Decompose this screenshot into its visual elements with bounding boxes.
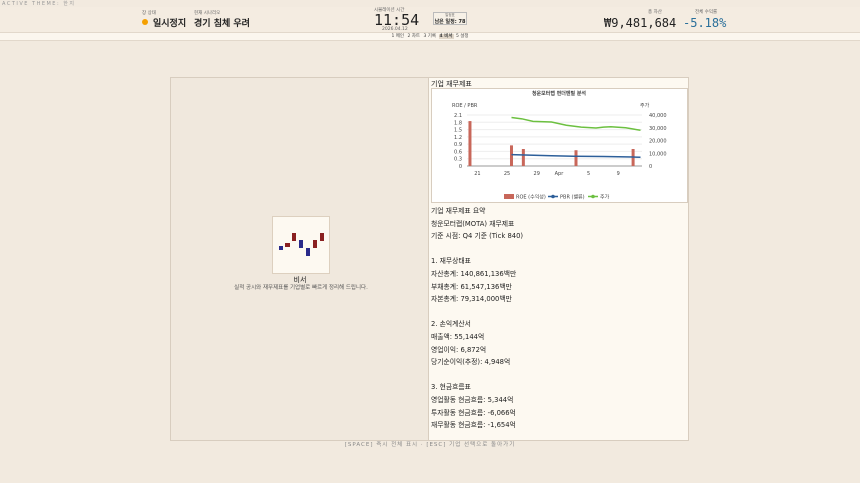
legend-swatch [504, 194, 514, 199]
y-tick-left: 2.1 [454, 113, 462, 119]
statement-line: 영업활동 현금흐름: 5,344억 [431, 394, 523, 407]
y-tick-left: 1.5 [454, 128, 462, 134]
roe-bar [468, 121, 471, 166]
legend-label: 주가 [600, 194, 610, 201]
x-tick: 21 [474, 171, 480, 177]
statement-summary: 기업 재무제표 요약청운모터랩(MOTA) 재무제표기준 시점: Q4 기준 (… [431, 205, 523, 432]
assets-value: ₩9,481,684 [604, 16, 676, 30]
x-tick: 25 [504, 171, 510, 177]
tab-assistant[interactable]: 4 비서 [439, 34, 454, 39]
statement-line: 3. 현금흐름표 [431, 381, 523, 394]
legend-label: ROE (수익성) [516, 194, 546, 201]
roe-bar [575, 150, 578, 166]
assets-label: 총 자산 [648, 9, 662, 15]
y-tick-left: 0.9 [454, 142, 462, 148]
statement-line [431, 306, 523, 319]
tab-bar: 1 메인 2 차트 3 기록 4 비서 5 설정 [0, 33, 860, 41]
price-line [511, 118, 640, 131]
statement-line: 재무활동 현금흐름: -1,654억 [431, 419, 523, 432]
chart-svg: 청운모터랩 펀더멘털 분석ROE / PBR주가00.30.60.91.21.5… [432, 89, 687, 202]
y-tick-right: 20,000 [649, 139, 667, 145]
x-tick: 29 [534, 171, 540, 177]
roe-bar [510, 145, 513, 166]
schedule-button[interactable]: 일정표 남은 일정: 78 [433, 12, 467, 25]
statement-line: 투자활동 현금흐름: -6,066억 [431, 407, 523, 420]
statement-line [431, 369, 523, 382]
statement-line: 기준 시점: Q4 기준 (Tick 840) [431, 230, 523, 243]
statement-line: 2. 손익계산서 [431, 318, 523, 331]
y-tick-right: 30,000 [649, 126, 667, 132]
x-tick: Apr [555, 171, 565, 177]
statement-line: 청운모터랩(MOTA) 재무제표 [431, 218, 523, 231]
statement-line [431, 243, 523, 256]
legend-marker [551, 195, 555, 199]
schedule-value: 남은 일정: 78 [434, 18, 466, 25]
assistant-description: 실적 공시와 재무제표를 기업별로 빠르게 정리해 드립니다. [226, 284, 376, 292]
y-tick-left: 0.6 [454, 149, 462, 155]
statement-line: 영업이익: 6,872억 [431, 344, 523, 357]
return-value: -5.18% [683, 16, 726, 30]
statement-line: 부채총계: 61,547,136백만 [431, 281, 523, 294]
legend-label: PBR (밸류) [560, 194, 585, 201]
statement-line: 매출액: 55,144억 [431, 331, 523, 344]
tab-history[interactable]: 3 기록 [423, 34, 438, 39]
y-axis-left-label: ROE / PBR [452, 103, 478, 109]
header-bar: 장 상태 일시정지 현재 시나리오 경기 침체 우려 시뮬레이션 시간 11:5… [0, 7, 860, 33]
statement-line: 당기순이익(추정): 4,948억 [431, 356, 523, 369]
candlestick-logo-icon [273, 217, 331, 275]
roe-bar [522, 149, 525, 166]
x-tick: 9 [617, 171, 620, 177]
tab-chart[interactable]: 2 차트 [406, 34, 421, 39]
y-tick-left: 1.2 [454, 135, 462, 141]
y-tick-left: 0 [459, 164, 462, 170]
status-dot-icon [142, 19, 148, 25]
footer-hint: [SPACE] 즉시 전체 표시 · [ESC] 기업 선택으로 돌아가기 [0, 440, 860, 448]
y-tick-right: 40,000 [649, 113, 667, 119]
assistant-avatar [272, 216, 330, 274]
sim-date: 2026.04.12 [382, 27, 408, 32]
statement-line: 자산총계: 140,861,136백만 [431, 268, 523, 281]
statement-line: 자본총계: 79,314,000백만 [431, 293, 523, 306]
tab-main[interactable]: 1 메인 [390, 34, 405, 39]
fundamental-chart: 청운모터랩 펀더멘털 분석ROE / PBR주가00.30.60.91.21.5… [431, 88, 688, 203]
y-tick-right: 10,000 [649, 151, 667, 157]
chart-title: 청운모터랩 펀더멘털 분석 [532, 90, 586, 97]
y-tick-left: 1.8 [454, 120, 462, 126]
return-label: 전체 수익률 [695, 9, 717, 15]
scenario-value: 경기 침체 우려 [194, 16, 250, 29]
theme-label: ACTIVE THEME: 한지 [2, 0, 75, 7]
assistant-panel: 비서 실적 공시와 재무제표를 기업별로 빠르게 정리해 드립니다. [170, 77, 430, 441]
x-tick: 5 [587, 171, 590, 177]
statement-line: 1. 재무상태표 [431, 255, 523, 268]
y-tick-left: 0.3 [454, 157, 462, 163]
status-value: 일시정지 [153, 16, 186, 29]
y-tick-right: 0 [649, 164, 652, 170]
statement-line: 기업 재무제표 요약 [431, 205, 523, 218]
financials-panel: 기업 재무제표 청운모터랩 펀더멘털 분석ROE / PBR주가00.30.60… [428, 77, 689, 441]
y-axis-right-label: 주가 [640, 102, 650, 109]
tab-settings[interactable]: 5 설정 [455, 34, 470, 39]
legend-marker [591, 195, 595, 199]
